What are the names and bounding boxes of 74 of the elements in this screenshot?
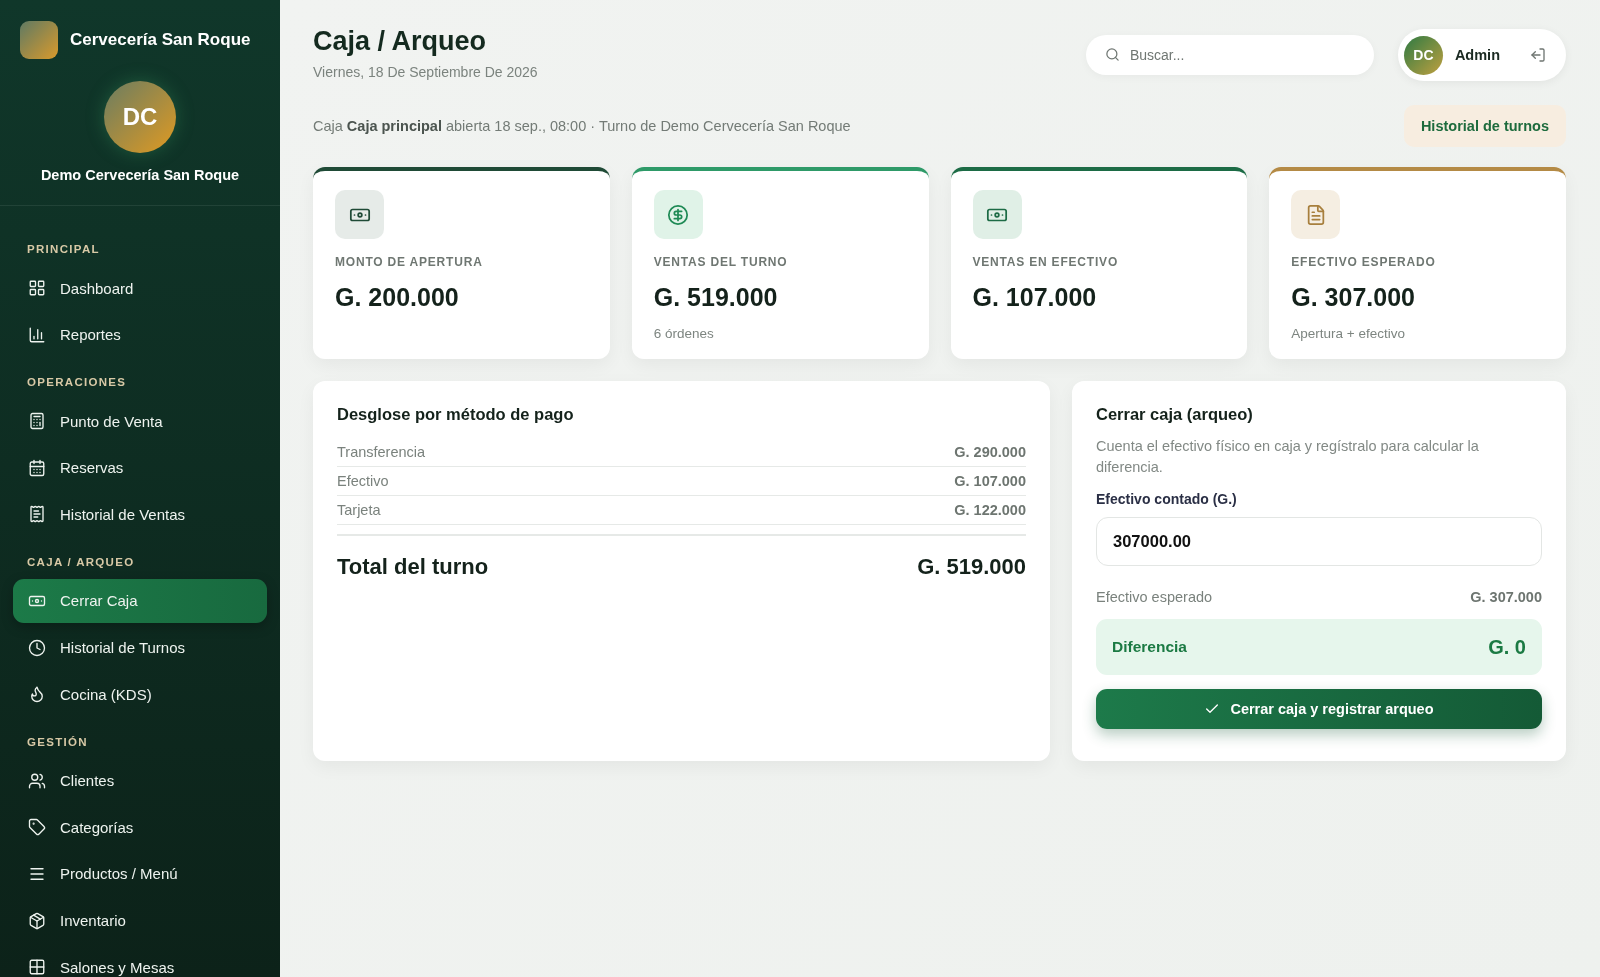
sidebar-item[interactable]: Reservas	[13, 445, 267, 490]
stat-label: VENTAS EN EFECTIVO	[972, 255, 1120, 269]
session-info: Caja Caja principal abierta 18 sep., 08:00 · Turno de Demo Cervecería San Roque	[313, 118, 851, 134]
stat-note: 6 órdenes	[653, 326, 715, 341]
total-amount: G. 519.000	[917, 554, 1026, 580]
clock-icon	[28, 638, 46, 657]
counted-cash-field[interactable]: 307000.00	[1096, 517, 1542, 566]
calendar-icon	[28, 458, 46, 477]
expected-label: Efectivo esperado	[1096, 589, 1213, 605]
difference-amount: G. 0	[1488, 635, 1526, 659]
payment-amount: G. 122.000	[954, 502, 1026, 518]
shift-history-button[interactable]: Historial de turnos	[1403, 105, 1566, 147]
difference-label: Diferencia	[1112, 638, 1187, 656]
panel-title: Cerrar caja (arqueo)	[1096, 405, 1254, 424]
tag-icon	[28, 818, 46, 837]
total-label: Total del turno	[337, 554, 489, 580]
user-chip[interactable]: DC Admin	[1397, 29, 1566, 81]
stat-value: G. 519.000	[653, 283, 779, 312]
payment-method: Transferencia	[337, 444, 426, 460]
field-label: Efectivo contado (G.)	[1096, 491, 1238, 507]
nav-section-title: CAJA / ARQUEO	[26, 554, 136, 570]
search-field[interactable]: Buscar...	[1085, 35, 1374, 75]
stat-value: G. 200.000	[335, 283, 460, 312]
document-icon	[1291, 190, 1341, 239]
stat-note: Apertura + efectivo	[1291, 326, 1406, 341]
brand-logo-icon	[20, 21, 58, 59]
payment-amount: G. 107.000	[954, 473, 1026, 489]
panel-description: Cuenta el efectivo físico en caja y regístralo para calcular la diferencia.	[1096, 437, 1480, 477]
stat-value: G. 107.000	[972, 283, 1098, 312]
sidebar-item[interactable]: Productos / Menú	[13, 851, 267, 896]
panel-title: Desglose por método de pago	[337, 405, 575, 424]
box-icon	[28, 911, 46, 930]
dashboard-grid-icon	[28, 279, 46, 297]
users-icon	[28, 771, 46, 790]
profile-avatar: DC	[104, 81, 176, 153]
nav-section-title: OPERACIONES	[26, 375, 128, 391]
stat-label: VENTAS DEL TURNO	[653, 255, 789, 269]
sidebar-item[interactable]: Reportes	[13, 312, 267, 357]
sidebar-item[interactable]: Cocina (KDS)	[13, 672, 267, 717]
user-name: Admin	[1454, 47, 1500, 63]
payment-amount: G. 290.000	[954, 444, 1026, 460]
page-title: Caja / Arqueo	[313, 26, 488, 57]
expected-amount: G. 307.000	[1470, 589, 1542, 605]
nav-section-title: GESTIÓN	[26, 734, 89, 750]
nav-section-title: PRINCIPAL	[26, 242, 101, 257]
payment-method: Tarjeta	[337, 502, 381, 518]
user-avatar: DC	[1403, 35, 1443, 75]
profile-name: Demo Cervecería San Roque	[40, 167, 240, 183]
stat-value: G. 307.000	[1291, 283, 1416, 312]
grid-icon	[28, 958, 46, 977]
logout-icon[interactable]	[1530, 47, 1546, 63]
sidebar-item[interactable]: Inventario	[13, 898, 267, 943]
page-date: Viernes, 18 De Septiembre De 2026	[313, 64, 538, 80]
search-icon	[1104, 47, 1120, 62]
sidebar-item[interactable]: Clientes	[13, 758, 267, 803]
sidebar-item[interactable]: Categorías	[13, 805, 267, 850]
bar-chart-icon	[28, 325, 46, 344]
close-register-button[interactable]: Cerrar caja y registrar arqueo	[1096, 689, 1542, 729]
dollar-coin-icon	[653, 190, 703, 239]
sidebar-item[interactable]: Salones y Mesas	[13, 945, 267, 977]
sidebar-item[interactable]: Dashboard	[13, 266, 267, 310]
flame-icon	[28, 685, 46, 704]
sidebar-item[interactable]: Historial de Turnos	[13, 625, 267, 670]
sidebar-item[interactable]: Historial de Ventas	[13, 492, 267, 537]
stat-label: EFECTIVO ESPERADO	[1291, 255, 1437, 269]
calculator-icon	[28, 412, 46, 431]
stat-label: MONTO DE APERTURA	[335, 255, 484, 269]
brand-name: Cervecería San Roque	[70, 30, 251, 50]
sidebar-item[interactable]: Punto de Venta	[13, 399, 267, 444]
banknote-icon	[972, 190, 1022, 239]
banknote-icon	[335, 190, 384, 239]
payment-method: Efectivo	[337, 473, 389, 489]
receipt-icon	[28, 505, 46, 524]
sidebar-item[interactable]: Cerrar Caja	[13, 578, 267, 623]
